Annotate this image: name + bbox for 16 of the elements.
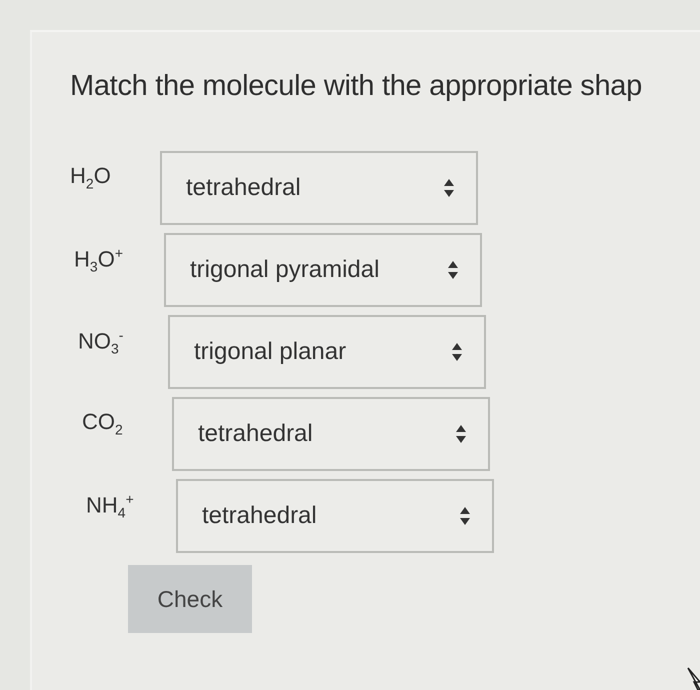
- molecule-formula: H$_{3}$O$^{+}$: [74, 244, 124, 275]
- shape-dropdown[interactable]: trigonal planar: [168, 315, 486, 389]
- shape-dropdown[interactable]: tetrahedral: [160, 151, 478, 225]
- sort-arrows-icon: [460, 507, 470, 525]
- question-title: Match the molecule with the appropriate shap: [70, 70, 643, 103]
- shape-dropdown[interactable]: trigonal pyramidal: [164, 233, 482, 307]
- sort-arrows-icon: [456, 425, 466, 443]
- molecule-formula: H$_{2}$O: [70, 162, 112, 192]
- sort-arrows-icon: [452, 343, 462, 361]
- cursor-icon: [686, 666, 700, 690]
- sort-arrows-icon: [448, 261, 458, 279]
- shape-dropdown[interactable]: tetrahedral: [172, 397, 490, 471]
- shape-dropdown[interactable]: tetrahedral: [176, 479, 494, 553]
- sort-arrows-icon: [444, 179, 454, 197]
- molecule-formula: CO$_{2}$: [82, 408, 124, 438]
- check-button[interactable]: Check: [128, 565, 252, 633]
